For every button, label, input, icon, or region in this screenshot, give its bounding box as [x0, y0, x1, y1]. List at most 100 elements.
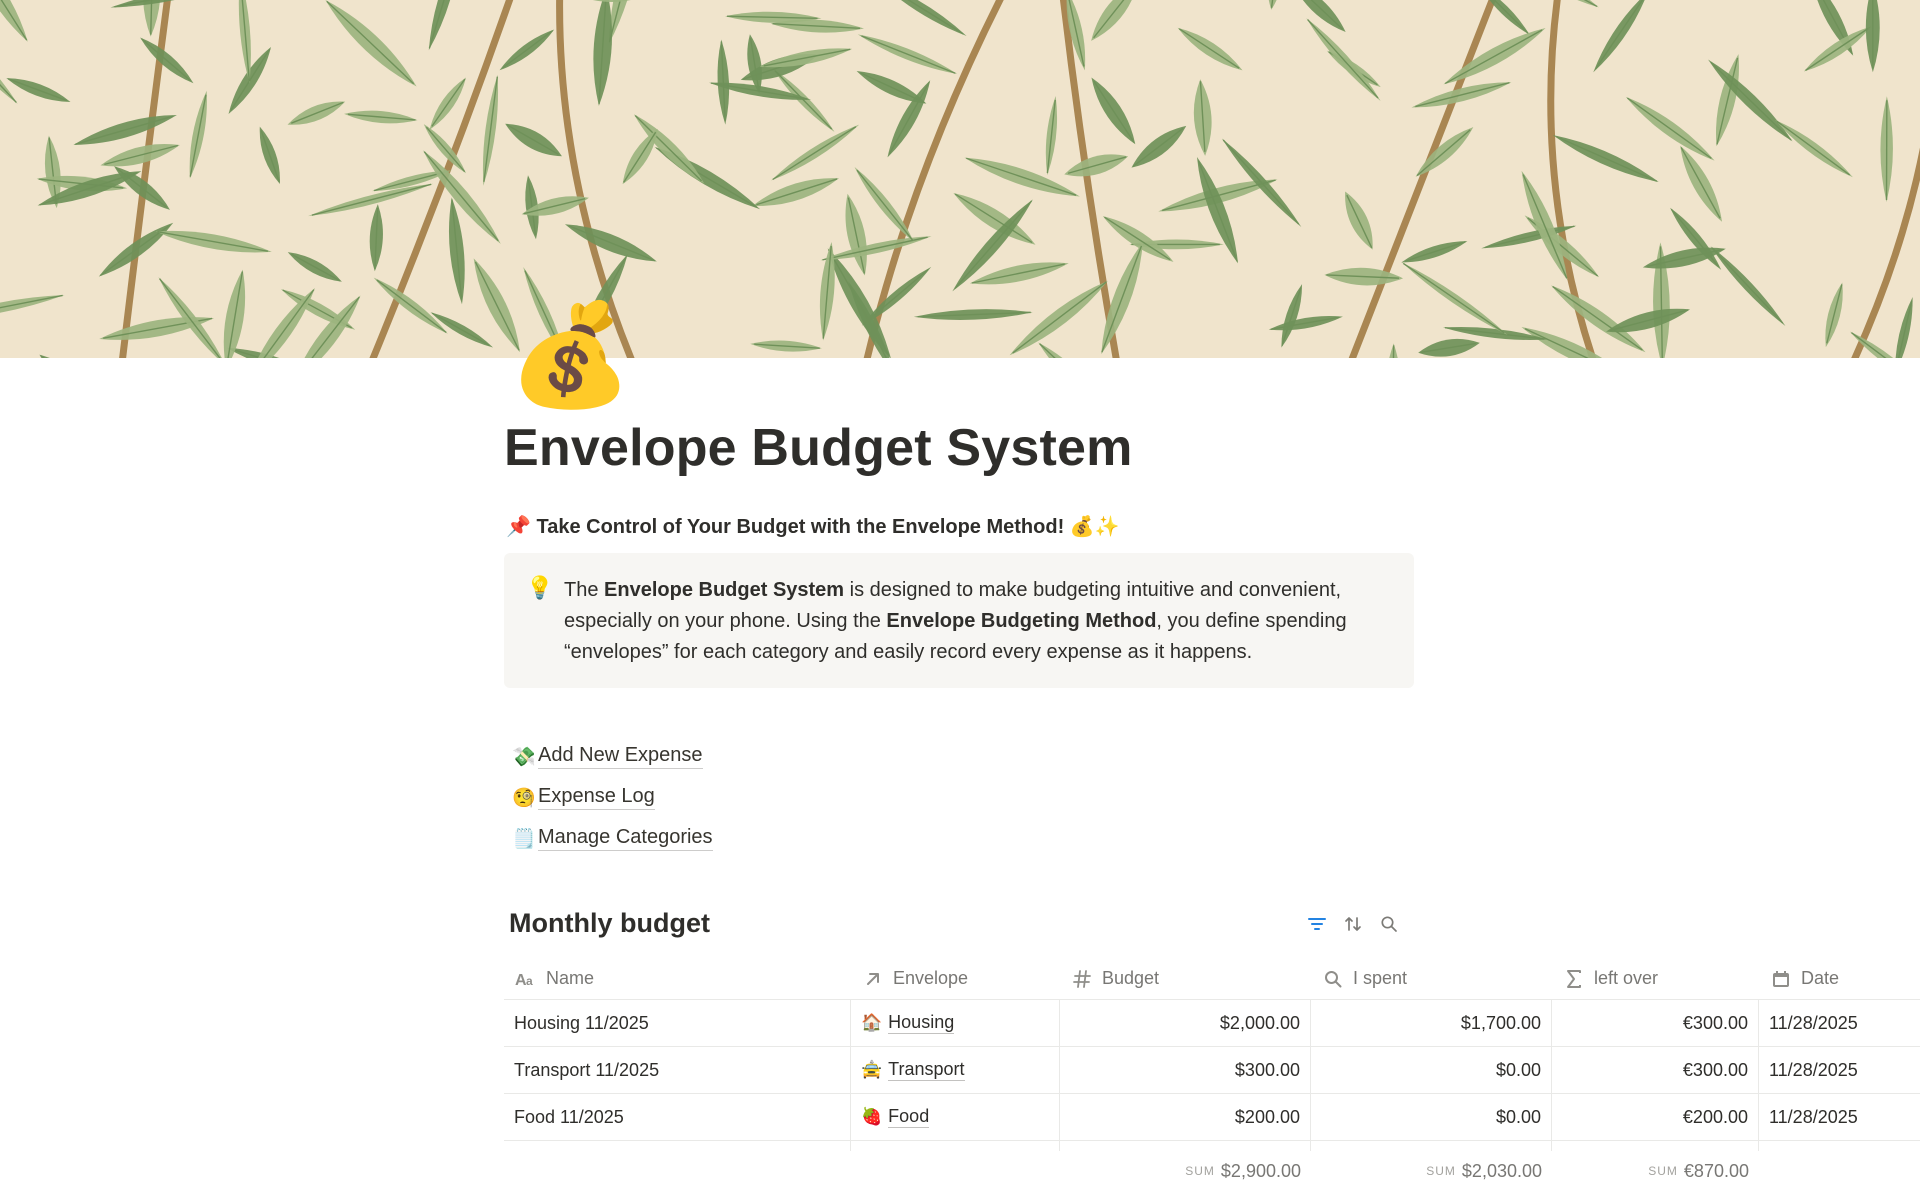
text-property-icon: Aa — [514, 969, 538, 989]
cover-leaf — [1880, 96, 1893, 202]
cover-leaf — [369, 204, 383, 272]
page-links: 💸 Add New Expense 🧐 Expense Log 🗒️ Manag… — [512, 736, 713, 859]
sum-label: SUM — [1426, 1164, 1456, 1178]
footer-sum-i-spent[interactable]: SUM $2,030.00 — [1311, 1151, 1552, 1191]
cell-date[interactable]: 11/28/2025 — [1759, 1000, 1920, 1046]
cover-leaf — [287, 252, 342, 282]
callout-bold-method: Envelope Budgeting Method — [886, 610, 1157, 632]
search-icon[interactable] — [1378, 913, 1400, 935]
cell-name[interactable]: Food 11/2025 — [504, 1094, 851, 1140]
cell-envelope[interactable]: 🏠 Housing — [851, 1000, 1060, 1046]
cover-leaf — [1593, 0, 1649, 73]
link-manage-categories[interactable]: 🗒️ Manage Categories — [512, 818, 713, 859]
cover-leaf — [423, 150, 501, 244]
cover-leaf — [773, 69, 835, 132]
rollup-search-icon — [1321, 969, 1345, 989]
money-bag-icon[interactable]: 💰 — [508, 296, 633, 414]
cell-budget[interactable]: $2,000.00 — [1060, 1000, 1311, 1046]
cell-budget[interactable]: $200.00 — [1060, 1094, 1311, 1140]
column-label: Envelope — [893, 968, 969, 988]
monocle-face-icon: 🧐 — [512, 787, 536, 809]
table-row[interactable]: Transport 11/2025 🚖 Transport $300.00 $0.… — [504, 1047, 1920, 1094]
cover-leaf — [158, 277, 227, 358]
cell-i-spent[interactable]: $0.00 — [1311, 1094, 1552, 1140]
cover-leaf — [1418, 338, 1480, 357]
cover-leaf — [717, 39, 730, 125]
cell-envelope[interactable]: 🍓 Food — [851, 1094, 1060, 1140]
cell-name[interactable]: Transport 11/2025 — [504, 1047, 851, 1093]
taxi-icon: 🚖 — [861, 1060, 883, 1079]
link-label[interactable]: Expense Log — [538, 785, 655, 810]
footer-cell-name[interactable] — [504, 1151, 851, 1191]
callout-block: 💡 The Envelope Budget System is designed… — [504, 553, 1414, 688]
link-label[interactable]: Add New Expense — [538, 744, 703, 769]
link-label[interactable]: Manage Categories — [538, 826, 713, 851]
cell-date[interactable]: 11/28/2025 — [1759, 1047, 1920, 1093]
footer-sum-budget[interactable]: SUM $2,900.00 — [1060, 1151, 1311, 1191]
cover-leaf — [308, 183, 434, 217]
cover-leaf — [1775, 120, 1853, 178]
cover-leaf — [143, 0, 161, 37]
page-title[interactable]: Envelope Budget System — [504, 418, 1133, 478]
cover-leaf — [449, 197, 465, 305]
cell-budget[interactable]: $300.00 — [1060, 1047, 1311, 1093]
cover-leaf — [1710, 246, 1786, 326]
cover-leaf — [428, 0, 460, 51]
footer-cell-envelope[interactable] — [851, 1151, 1060, 1191]
envelope-link[interactable]: Food — [888, 1106, 930, 1128]
cover-leaf — [1384, 343, 1402, 358]
cell-i-spent[interactable]: $1,700.00 — [1311, 1000, 1552, 1046]
envelope-link[interactable]: Transport — [888, 1059, 965, 1081]
cell-left-over[interactable]: €200.00 — [1552, 1094, 1759, 1140]
cover-leaf — [1193, 79, 1212, 156]
footer-cell-date[interactable] — [1759, 1151, 1920, 1191]
sort-icon[interactable] — [1342, 913, 1364, 935]
database-toolbar — [1306, 913, 1400, 935]
notepad-icon: 🗒️ — [512, 828, 536, 850]
cover-leaf — [1401, 241, 1468, 263]
cell-left-over[interactable]: €300.00 — [1552, 1000, 1759, 1046]
relation-arrow-icon — [861, 969, 885, 989]
link-add-new-expense[interactable]: 💸 Add New Expense — [512, 736, 713, 777]
database-title[interactable]: Monthly budget — [509, 908, 710, 939]
cover-leaf — [0, 294, 65, 320]
svg-text:a: a — [526, 974, 533, 987]
cover-leaf — [750, 340, 822, 352]
cell-name[interactable]: Housing 11/2025 — [504, 1000, 851, 1046]
table-row[interactable]: Housing 11/2025 🏠 Housing $2,000.00 $1,70… — [504, 1000, 1920, 1047]
cover-leaf — [1131, 125, 1187, 168]
column-header-budget[interactable]: Budget — [1060, 958, 1311, 999]
cover-leaf — [1221, 138, 1302, 227]
cover-leaf — [1552, 135, 1659, 182]
column-header-name[interactable]: Aa Name — [504, 958, 851, 999]
cell-date[interactable]: 11/28/2025 — [1759, 1094, 1920, 1140]
cell-left-over[interactable]: €300.00 — [1552, 1047, 1759, 1093]
lightbulb-icon[interactable]: 💡 — [526, 575, 553, 601]
cover-leaf — [189, 90, 207, 179]
cell-i-spent[interactable]: $0.00 — [1311, 1047, 1552, 1093]
cover-leaf — [913, 309, 1033, 320]
cover-leaf — [248, 288, 315, 358]
cover-leaf — [223, 269, 246, 358]
cover-leaf — [1045, 95, 1058, 176]
column-label: left over — [1594, 968, 1659, 988]
cover-leaf — [0, 0, 28, 42]
column-header-date[interactable]: Date — [1759, 958, 1920, 999]
column-header-envelope[interactable]: Envelope — [851, 958, 1060, 999]
sum-label: SUM — [1185, 1164, 1215, 1178]
table-row[interactable]: Food 11/2025 🍓 Food $200.00 $0.00 €200.00… — [504, 1094, 1920, 1141]
cover-leaf — [287, 101, 346, 125]
cover-leaf — [155, 230, 272, 253]
cover-leaf — [259, 126, 280, 184]
link-expense-log[interactable]: 🧐 Expense Log — [512, 777, 713, 818]
envelope-link[interactable]: Housing — [888, 1012, 955, 1034]
column-header-left-over[interactable]: left over — [1552, 958, 1759, 999]
cover-leaf — [100, 143, 180, 167]
stub-cell — [1311, 1141, 1552, 1151]
filter-icon[interactable] — [1306, 913, 1328, 935]
cell-envelope[interactable]: 🚖 Transport — [851, 1047, 1060, 1093]
cover-leaf — [1401, 262, 1508, 336]
footer-sum-left-over[interactable]: SUM €870.00 — [1552, 1151, 1759, 1191]
column-header-i-spent[interactable]: I spent — [1311, 958, 1552, 999]
cover-leaf — [1177, 27, 1243, 71]
